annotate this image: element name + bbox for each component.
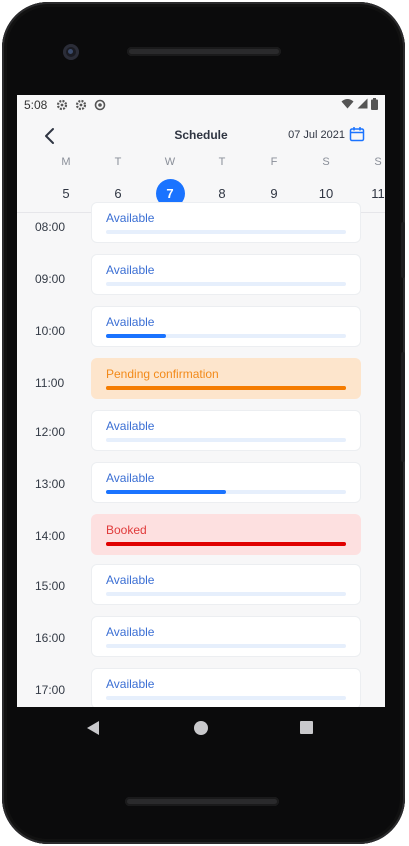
time-slot: 17:00 Available [17, 668, 385, 707]
settings-gear-icon [55, 98, 69, 112]
day-name: T [114, 156, 122, 168]
slot-progress-track [106, 644, 346, 648]
slot-hour: 14:00 [35, 529, 66, 543]
slot-progress-track [106, 438, 346, 442]
slot-hour: 11:00 [35, 376, 65, 390]
day-saturday[interactable]: S 10 [306, 155, 346, 208]
front-camera [63, 44, 79, 60]
slot-progress-track [106, 592, 346, 596]
nav-back-icon[interactable] [87, 721, 99, 735]
day-tuesday[interactable]: T 6 [98, 155, 138, 208]
slot-hour: 12:00 [35, 425, 66, 439]
slot-hour: 08:00 [35, 220, 66, 234]
slot-card-pending[interactable]: Pending confirmation [91, 358, 361, 399]
slot-hour: 15:00 [35, 579, 66, 593]
time-slot: 13:00 Available [17, 462, 385, 514]
time-slot: 11:00 Pending confirmation [17, 358, 385, 410]
status-bar: 5:08 [17, 95, 385, 115]
slot-card[interactable]: Available [91, 306, 361, 347]
slot-status: Available [106, 573, 155, 587]
sync-icon [93, 98, 107, 112]
slot-card[interactable]: Available [91, 564, 361, 605]
slot-progress-track [106, 490, 346, 494]
slot-status: Available [106, 419, 155, 433]
day-name: T [218, 156, 226, 168]
day-name: W [164, 156, 176, 168]
battery-icon [371, 97, 378, 113]
calendar-button[interactable] [349, 126, 365, 142]
slot-card[interactable]: Available [91, 202, 361, 243]
slot-progress-fill [106, 386, 346, 390]
selected-date[interactable]: 07 Jul 2021 [288, 129, 345, 141]
slot-hour: 16:00 [35, 631, 66, 645]
time-slot: 12:00 Available [17, 410, 385, 462]
android-nav-bar [17, 707, 385, 751]
bottom-speaker [125, 797, 279, 806]
slot-progress-track [106, 282, 346, 286]
slot-status: Available [106, 263, 155, 277]
slot-hour: 09:00 [35, 272, 66, 286]
status-time: 5:08 [24, 98, 48, 112]
app-screen: 5:08 Schedule 07 Jul 2021 M 5 T 6 W 7 T … [17, 95, 385, 707]
day-friday[interactable]: F 9 [254, 155, 294, 208]
slot-hour: 10:00 [35, 324, 66, 338]
time-slot: 09:00 Available [17, 254, 385, 306]
slot-status: Available [106, 677, 155, 691]
slot-card[interactable]: Available [91, 462, 361, 503]
app-header: Schedule 07 Jul 2021 [17, 115, 385, 155]
day-thursday[interactable]: T 8 [202, 155, 242, 208]
day-name: M [61, 156, 71, 168]
time-slot: 15:00 Available [17, 564, 385, 616]
slot-status: Pending confirmation [106, 367, 219, 381]
slot-progress-fill [106, 490, 226, 494]
slot-card[interactable]: Available [91, 410, 361, 451]
wifi-icon [341, 98, 354, 112]
earpiece-speaker [127, 47, 281, 56]
time-slot: 16:00 Available [17, 616, 385, 668]
day-sunday[interactable]: S 11 [358, 155, 385, 208]
slot-card[interactable]: Available [91, 254, 361, 295]
slot-card-booked[interactable]: Booked [91, 514, 361, 555]
day-monday[interactable]: M 5 [46, 155, 86, 208]
slot-hour: 13:00 [35, 477, 66, 491]
slot-card[interactable]: Available [91, 668, 361, 707]
settings-gear-icon [74, 98, 88, 112]
day-name: S [322, 156, 330, 168]
calendar-icon [349, 127, 365, 142]
slot-status: Booked [106, 523, 147, 537]
volume-button [401, 222, 405, 278]
slot-status: Available [106, 315, 155, 329]
slot-progress-track [106, 230, 346, 234]
cellular-signal-icon [357, 98, 368, 112]
slot-progress-fill [106, 334, 166, 338]
slot-progress-fill [106, 542, 346, 546]
day-wednesday-selected[interactable]: W 7 [150, 155, 190, 208]
time-slot: 10:00 Available [17, 306, 385, 358]
slot-progress-track [106, 386, 346, 390]
schedule-list[interactable]: 08:00 Available 09:00 Available 10:00 Av… [17, 202, 385, 707]
slot-progress-track [106, 696, 346, 700]
nav-recents-icon[interactable] [300, 721, 313, 734]
slot-status: Available [106, 471, 155, 485]
power-button [401, 352, 405, 462]
day-name: S [374, 156, 382, 168]
time-slot: 08:00 Available [17, 202, 385, 254]
time-slot: 14:00 Booked [17, 514, 385, 566]
slot-progress-track [106, 334, 346, 338]
nav-home-icon[interactable] [194, 721, 208, 735]
day-name: F [270, 156, 278, 168]
slot-progress-track [106, 542, 346, 546]
slot-status: Available [106, 211, 155, 225]
slot-hour: 17:00 [35, 683, 66, 697]
slot-card[interactable]: Available [91, 616, 361, 657]
slot-status: Available [106, 625, 155, 639]
